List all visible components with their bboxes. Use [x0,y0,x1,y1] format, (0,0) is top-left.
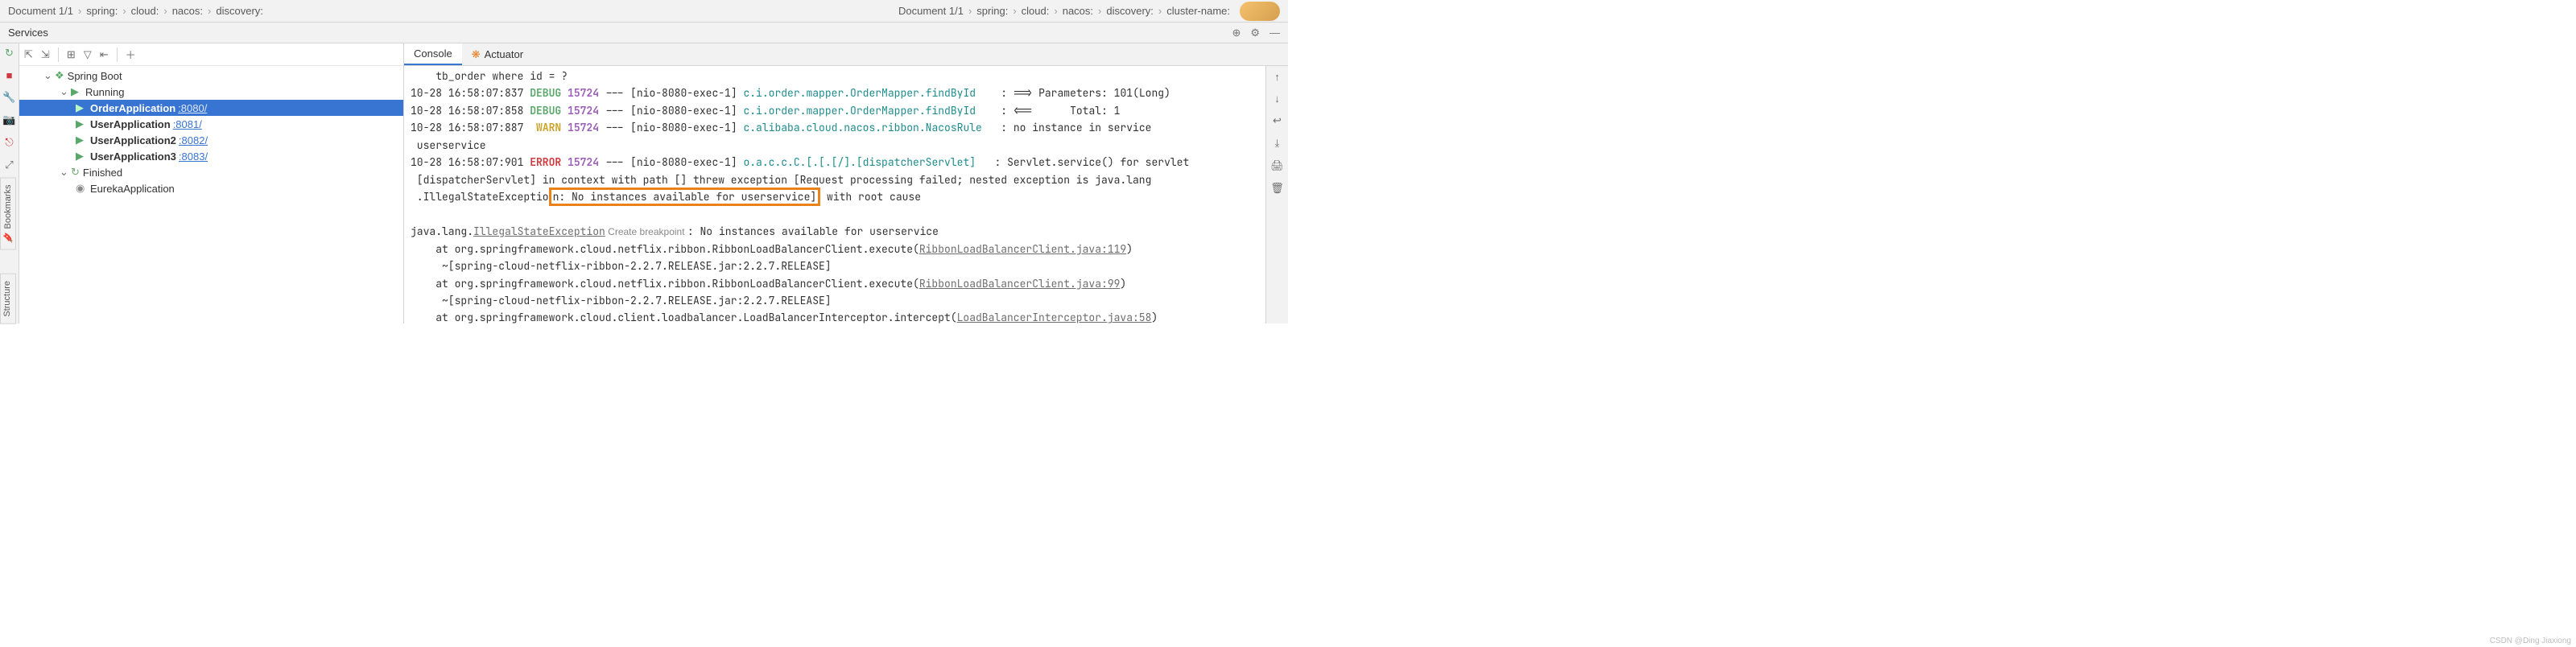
rerun-icon[interactable]: ↻ [5,47,14,60]
highlighted-error: n: No instances available for userservic… [549,188,821,206]
source-link[interactable]: LoadBalancerInterceptor.java:58 [957,311,1152,324]
spring-icon: ❖ [55,69,64,82]
app-port[interactable]: :8082/ [179,134,208,146]
app-name: UserApplication [90,118,171,130]
breadcrumb-left: Document 1/1 › spring: › cloud: › nacos: › d… [8,5,263,17]
tree-app-user3[interactable]: ▶ UserApplication3 :8083/ [19,148,403,164]
print-icon[interactable]: 🖨 [1270,159,1284,172]
breadcrumb-right: Document 1/1 › spring: › cloud: › nacos: › d… [898,2,1280,21]
chevron-down-icon: ⌄ [60,85,69,98]
services-title: Services [8,27,48,39]
app-port[interactable]: :8083/ [179,150,208,163]
add-service-icon[interactable]: ⊕ [1232,27,1241,39]
bc-item[interactable]: Document 1/1 [8,5,73,17]
trash-icon[interactable]: 🗑 [1270,182,1284,195]
play-icon: ▶ [76,117,87,130]
tree-panel: ⇱ ⇲ ⊞ ▽ ⇤ ＋ ⌄ ❖ Spring Boot ⌄ ▶ Running [19,43,404,324]
app-name: EurekaApplication [90,183,175,195]
bookmarks-side-tab[interactable]: 🔖 Bookmarks [0,177,16,249]
tab-label: Actuator [485,48,523,60]
source-link[interactable]: RibbonLoadBalancerClient.java:99 [919,277,1121,291]
restart-icon: ↻ [71,166,80,179]
import-icon[interactable]: ⇤ [100,48,109,61]
tree-app-user2[interactable]: ▶ UserApplication2 :8082/ [19,132,403,148]
chevron-right-icon: › [1098,5,1101,17]
chevron-right-icon: › [208,5,211,17]
chevron-right-icon: › [163,5,167,17]
play-icon: ▶ [71,85,82,98]
structure-side-tab[interactable]: Structure [0,274,16,324]
play-icon: ▶ [76,101,87,114]
tree-toolbar: ⇱ ⇲ ⊞ ▽ ⇤ ＋ [19,43,403,66]
chevron-right-icon: › [1013,5,1016,17]
gear-icon[interactable]: ⚙ [1250,27,1260,39]
console-right-gutter: ↑ ↓ ↩ ⤓ 🖨 🗑 [1265,66,1288,324]
chevron-right-icon: › [968,5,972,17]
tree-body[interactable]: ⌄ ❖ Spring Boot ⌄ ▶ Running ▶ OrderAppli… [19,66,403,324]
stop-icon[interactable]: ■ [6,69,13,81]
chevron-down-icon: ⌄ [43,69,53,82]
bc-item[interactable]: spring: [86,5,118,17]
bc-item[interactable]: discovery: [1106,5,1154,17]
bc-item[interactable]: discovery: [216,5,263,17]
chevron-right-icon: › [1054,5,1057,17]
tree-running[interactable]: ⌄ ▶ Running [19,84,403,100]
chevron-down-icon: ⌄ [60,166,69,179]
bc-item[interactable]: nacos: [172,5,203,17]
expand-all-icon[interactable]: ⇱ [24,48,33,61]
node-label: Spring Boot [68,70,122,82]
bc-item[interactable]: spring: [976,5,1008,17]
bc-item[interactable]: nacos: [1063,5,1093,17]
bc-item[interactable]: Document 1/1 [898,5,964,17]
play-icon: ▶ [76,150,87,163]
tab-console[interactable]: Console [404,43,462,65]
app-name: UserApplication2 [90,134,176,146]
node-label: Finished [83,167,122,179]
grid-icon[interactable]: ⊞ [67,48,76,61]
tab-label: Console [414,47,452,60]
app-port[interactable]: :8081/ [173,118,202,130]
bookmark-icon: 🔖 [3,232,14,242]
expand-icon[interactable]: ⤢ [5,159,13,171]
collapse-all-icon[interactable]: ⇲ [41,48,50,61]
bc-item[interactable]: cloud: [131,5,159,17]
wrench-icon[interactable]: 🔧 [2,91,15,104]
services-header: Services ⊕ ⚙ — [0,23,1288,43]
tree-root-springboot[interactable]: ⌄ ❖ Spring Boot [19,68,403,84]
app-name: UserApplication3 [90,150,176,163]
app-name: OrderApplication [90,102,175,114]
avatar-icon [1240,2,1280,21]
tree-app-user[interactable]: ▶ UserApplication :8081/ [19,116,403,132]
console-panel: Console ❋ Actuator tb_order where id = ?… [404,43,1288,324]
up-icon[interactable]: ↑ [1274,71,1280,83]
app-icon: ◉ [76,182,87,195]
bc-item[interactable]: cluster-name: [1166,5,1230,17]
node-label: Running [85,86,124,98]
app-port[interactable]: :8080/ [178,102,207,114]
bc-item[interactable]: cloud: [1022,5,1050,17]
actuator-icon: ❋ [472,48,481,61]
console-tabs: Console ❋ Actuator [404,43,1288,66]
scroll-end-icon[interactable]: ⤓ [1275,137,1280,150]
play-icon: ▶ [76,134,87,146]
watermark: CSDN @Ding Jiaxiong [2490,637,2571,645]
exception-link[interactable]: IllegalStateException [473,225,605,238]
source-link[interactable]: RibbonLoadBalancerClient.java:119 [919,242,1126,256]
tree-finished-app-eureka[interactable]: ◉ EurekaApplication [19,180,403,196]
down-icon[interactable]: ↓ [1274,93,1280,105]
tree-app-order[interactable]: ▶ OrderApplication :8080/ [19,100,403,116]
exit-icon[interactable]: ⎋ [5,136,13,149]
minimize-icon[interactable]: — [1269,27,1280,39]
console-output[interactable]: tb_order where id = ? 10-28 16:58:07:837… [404,66,1265,324]
chevron-right-icon: › [122,5,126,17]
breadcrumb-bar: Document 1/1 › spring: › cloud: › nacos: › d… [0,0,1288,23]
tab-actuator[interactable]: ❋ Actuator [462,43,533,65]
soft-wrap-icon[interactable]: ↩ [1273,114,1282,127]
camera-icon[interactable]: 📷 [2,113,15,126]
chevron-right-icon: › [1158,5,1162,17]
tree-finished[interactable]: ⌄ ↻ Finished [19,164,403,180]
filter-icon[interactable]: ▽ [84,48,92,61]
plus-icon[interactable]: ＋ [126,47,136,62]
chevron-right-icon: › [78,5,81,17]
